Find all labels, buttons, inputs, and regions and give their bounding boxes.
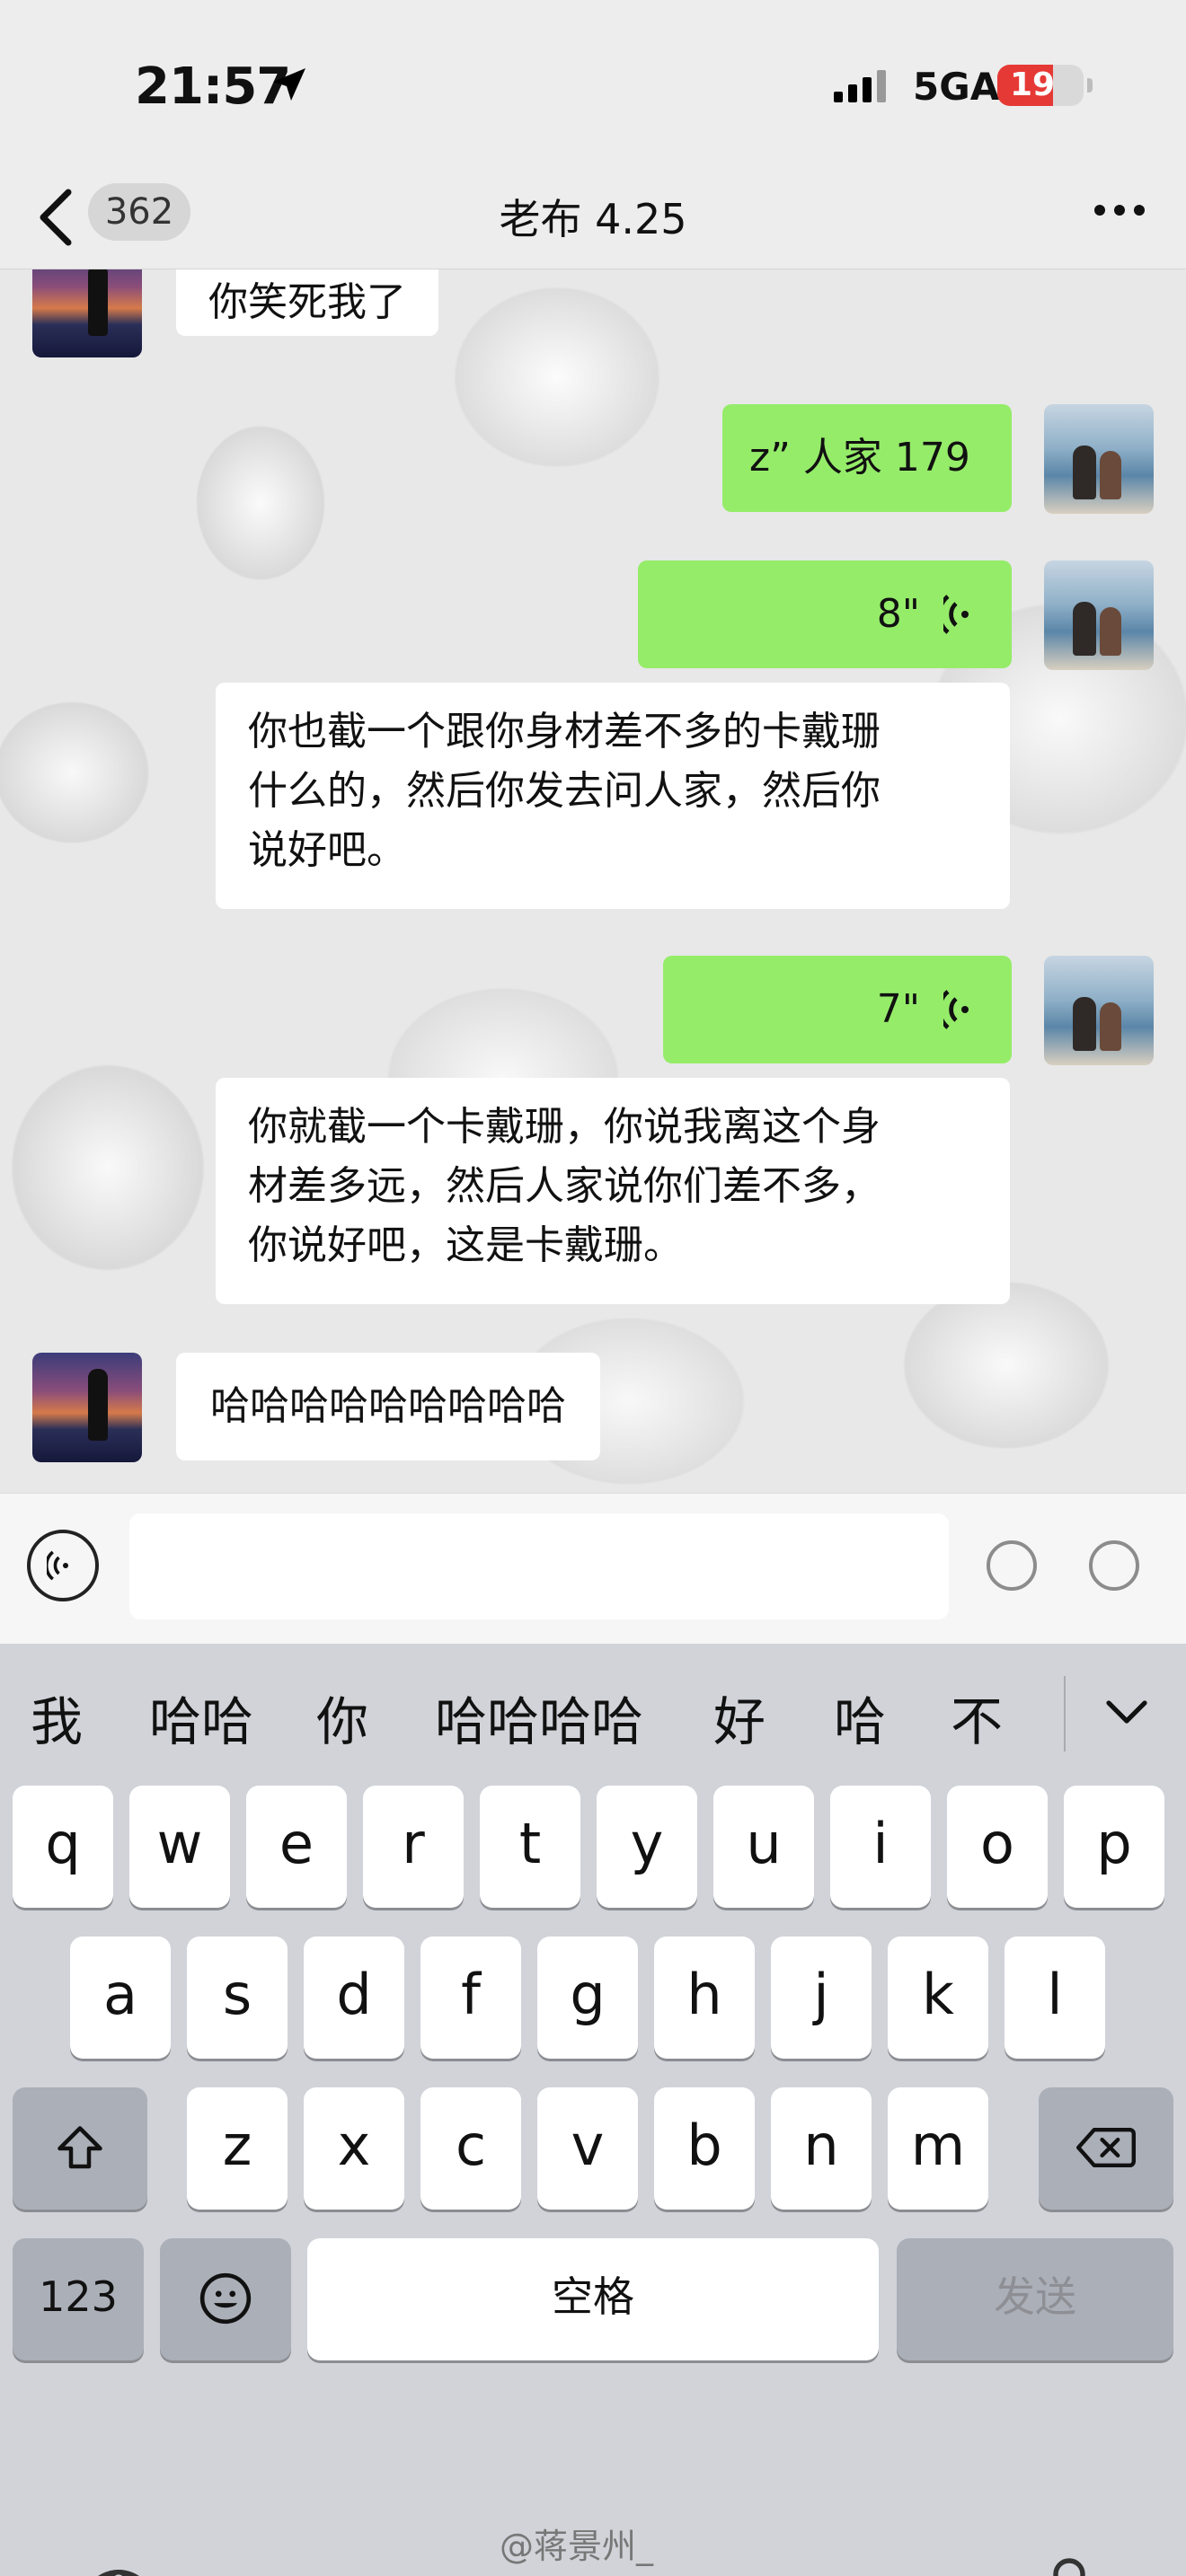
- space-key[interactable]: 空格: [307, 2238, 879, 2360]
- more-options-icon[interactable]: [1093, 203, 1146, 217]
- emoji-button[interactable]: [987, 1540, 1037, 1591]
- voice-input-button[interactable]: [27, 1530, 99, 1601]
- key-j[interactable]: j: [771, 1936, 872, 2059]
- numbers-key[interactable]: 123: [13, 2238, 144, 2360]
- key-w[interactable]: w: [129, 1786, 230, 1908]
- location-arrow-icon: [273, 68, 305, 101]
- message-input[interactable]: [129, 1513, 949, 1619]
- key-e[interactable]: e: [246, 1786, 347, 1908]
- key-u[interactable]: u: [713, 1786, 814, 1908]
- message-bubble[interactable]: 哈哈哈哈哈哈哈哈哈: [176, 1353, 600, 1460]
- key-o[interactable]: o: [947, 1786, 1048, 1908]
- emoji-key[interactable]: [160, 2238, 291, 2360]
- key-h[interactable]: h: [654, 1936, 755, 2059]
- input-bar: [0, 1493, 1186, 1644]
- chat-area[interactable]: 你笑死我了 z” 人家 179 8" 你也截一个跟你身材差不多的卡戴珊 什么的，…: [0, 269, 1186, 1493]
- key-q[interactable]: q: [13, 1786, 113, 1908]
- key-l[interactable]: l: [1005, 1936, 1105, 2059]
- delete-key[interactable]: [1039, 2087, 1173, 2210]
- message-line: 你也截一个跟你身材差不多的卡戴珊: [248, 709, 881, 754]
- message-bubble[interactable]: 你就截一个卡戴珊，你说我离这个身 材差多远，然后人家说你们差不多， 你说好吧，这…: [216, 1078, 1010, 1304]
- status-bar: 21:57 5GA 19: [0, 0, 1186, 171]
- key-r[interactable]: r: [363, 1786, 464, 1908]
- voice-icon: [47, 1550, 68, 1581]
- battery-icon: 19: [997, 65, 1093, 106]
- message-line: 你就截一个卡戴珊，你说我离这个身: [248, 1104, 881, 1150]
- message-bubble[interactable]: z” 人家 179: [722, 404, 1012, 512]
- dictation-mic-icon[interactable]: [1042, 2556, 1096, 2576]
- key-k[interactable]: k: [888, 1936, 988, 2059]
- key-z[interactable]: z: [187, 2087, 288, 2210]
- key-m[interactable]: m: [888, 2087, 988, 2210]
- message-text: 你笑死我了: [208, 279, 406, 325]
- chevron-down-icon[interactable]: [1103, 1689, 1150, 1735]
- candidate-word[interactable]: 哈: [834, 1680, 886, 1755]
- send-key[interactable]: 发送: [897, 2238, 1173, 2360]
- key-s[interactable]: s: [187, 1936, 288, 2059]
- network-label: 5GA: [913, 65, 1000, 109]
- message-line: 说好吧。: [248, 827, 406, 873]
- contact-avatar[interactable]: [32, 1353, 142, 1462]
- emoji-icon: [199, 2272, 252, 2325]
- chat-header: 362 老布 4.25: [0, 171, 1186, 269]
- message-line: 你说好吧，这是卡戴珊。: [248, 1222, 683, 1268]
- my-avatar[interactable]: [1044, 404, 1154, 514]
- voice-message[interactable]: 7": [663, 956, 1012, 1063]
- candidate-divider: [1064, 1676, 1066, 1751]
- key-i[interactable]: i: [830, 1786, 931, 1908]
- watermark: @蒋景州_: [500, 2527, 654, 2566]
- globe-icon[interactable]: [77, 2565, 160, 2576]
- key-p[interactable]: p: [1064, 1786, 1164, 1908]
- key-n[interactable]: n: [771, 2087, 872, 2210]
- message-line: 什么的，然后你发去问人家，然后你: [248, 768, 881, 814]
- shift-arrow-icon: [58, 2126, 102, 2169]
- key-t[interactable]: t: [480, 1786, 580, 1908]
- key-a[interactable]: a: [70, 1936, 171, 2059]
- message-text: z” 人家 179: [749, 435, 970, 481]
- message-text: 哈哈哈哈哈哈哈哈哈: [210, 1383, 566, 1429]
- backspace-icon: [1076, 2128, 1136, 2167]
- key-c[interactable]: c: [420, 2087, 521, 2210]
- contact-avatar[interactable]: [32, 269, 142, 357]
- voice-message[interactable]: 8": [638, 560, 1012, 668]
- candidate-word[interactable]: 你: [316, 1680, 368, 1755]
- voice-wave-icon: [943, 595, 969, 634]
- signal-icon: [834, 70, 886, 102]
- my-avatar[interactable]: [1044, 956, 1154, 1065]
- keyboard: 我 哈哈 你 哈哈哈哈 好 哈 不 q w e r t y u i o p a …: [0, 1644, 1186, 2576]
- message-line: 材差多远，然后人家说你们差不多，: [248, 1163, 881, 1209]
- candidate-bar: 我 哈哈 你 哈哈哈哈 好 哈 不: [0, 1644, 1186, 1778]
- voice-duration: 8": [876, 591, 920, 637]
- more-actions-button[interactable]: [1089, 1540, 1139, 1591]
- battery-level: 19: [1010, 66, 1056, 103]
- key-d[interactable]: d: [304, 1936, 404, 2059]
- voice-wave-icon: [943, 990, 969, 1029]
- candidate-word[interactable]: 我: [31, 1680, 83, 1755]
- message-bubble[interactable]: 你笑死我了: [176, 269, 438, 336]
- key-f[interactable]: f: [420, 1936, 521, 2059]
- chat-title: 老布 4.25: [499, 195, 687, 243]
- voice-duration: 7": [876, 986, 920, 1032]
- message-bubble[interactable]: 你也截一个跟你身材差不多的卡戴珊 什么的，然后你发去问人家，然后你 说好吧。: [216, 683, 1010, 909]
- key-b[interactable]: b: [654, 2087, 755, 2210]
- key-g[interactable]: g: [537, 1936, 638, 2059]
- candidate-word[interactable]: 哈哈哈哈: [435, 1680, 643, 1755]
- candidate-word[interactable]: 哈哈: [149, 1680, 253, 1755]
- candidate-word[interactable]: 好: [713, 1680, 766, 1755]
- key-y[interactable]: y: [597, 1786, 697, 1908]
- key-v[interactable]: v: [537, 2087, 638, 2210]
- key-x[interactable]: x: [304, 2087, 404, 2210]
- my-avatar[interactable]: [1044, 560, 1154, 670]
- candidate-word[interactable]: 不: [951, 1680, 1003, 1755]
- shift-key[interactable]: [13, 2087, 147, 2210]
